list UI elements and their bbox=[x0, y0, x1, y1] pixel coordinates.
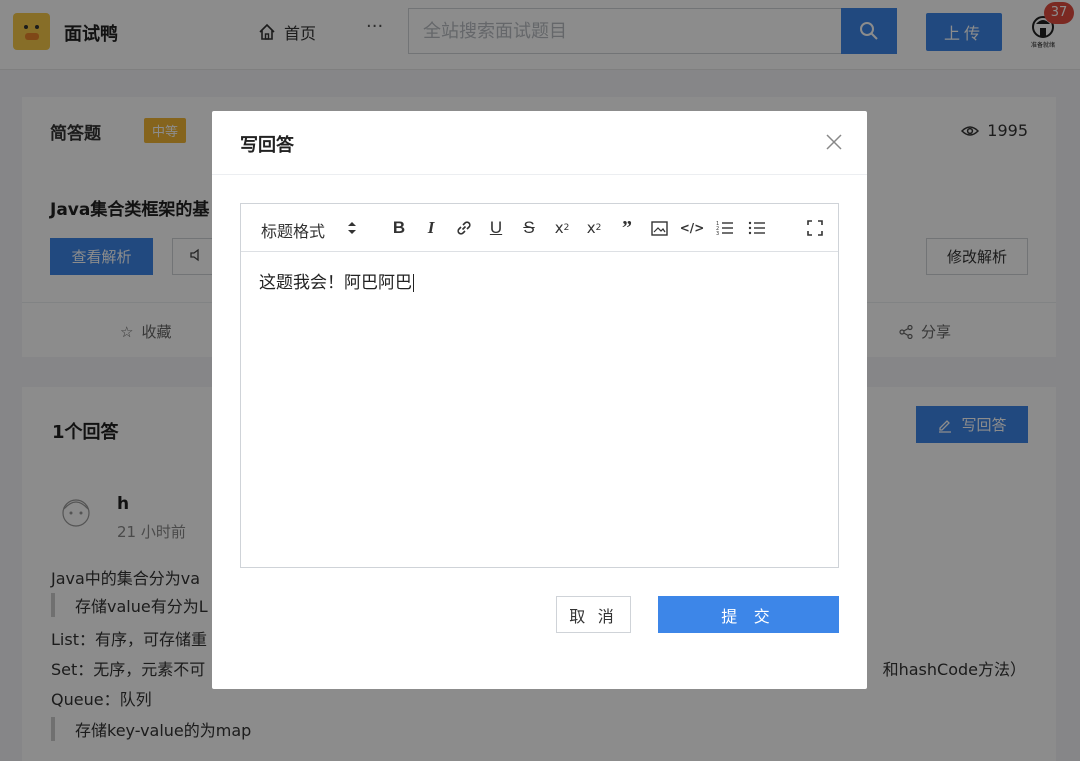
rich-text-editor[interactable]: 标题格式 B I U S x2 x2 ” </> 123 这题我会！阿巴阿巴 bbox=[240, 203, 839, 568]
submit-button[interactable]: 提 交 bbox=[658, 596, 839, 633]
modal-title: 写回答 bbox=[240, 135, 294, 156]
strikethrough-icon[interactable]: S bbox=[517, 216, 541, 240]
quote-icon[interactable]: ” bbox=[615, 216, 639, 240]
superscript-icon[interactable]: x2 bbox=[582, 216, 606, 240]
svg-text:3: 3 bbox=[716, 231, 719, 236]
write-answer-modal: 写回答 标题格式 B I U S x2 x2 ” </> 123 这题我会！阿巴… bbox=[212, 111, 867, 689]
image-icon[interactable] bbox=[647, 216, 671, 240]
fullscreen-icon[interactable] bbox=[803, 216, 827, 240]
text-caret bbox=[413, 274, 414, 292]
bold-icon[interactable]: B bbox=[387, 216, 411, 240]
subscript-icon[interactable]: x2 bbox=[550, 216, 574, 240]
modal-divider bbox=[212, 174, 867, 175]
italic-icon[interactable]: I bbox=[419, 216, 443, 240]
underline-icon[interactable]: U bbox=[484, 216, 508, 240]
editor-toolbar: 标题格式 B I U S x2 x2 ” </> 123 bbox=[241, 204, 838, 252]
heading-format-select[interactable]: 标题格式 bbox=[261, 218, 325, 242]
bullet-list-icon[interactable] bbox=[745, 216, 769, 240]
editor-text: 这题我会！阿巴阿巴 bbox=[259, 273, 412, 293]
editor-content[interactable]: 这题我会！阿巴阿巴 bbox=[259, 268, 414, 293]
link-icon[interactable] bbox=[452, 216, 476, 240]
ordered-list-icon[interactable]: 123 bbox=[713, 216, 737, 240]
cancel-button[interactable]: 取 消 bbox=[556, 596, 631, 633]
up-down-caret-icon bbox=[348, 222, 356, 234]
close-icon[interactable] bbox=[825, 133, 843, 151]
code-icon[interactable]: </> bbox=[680, 216, 705, 240]
